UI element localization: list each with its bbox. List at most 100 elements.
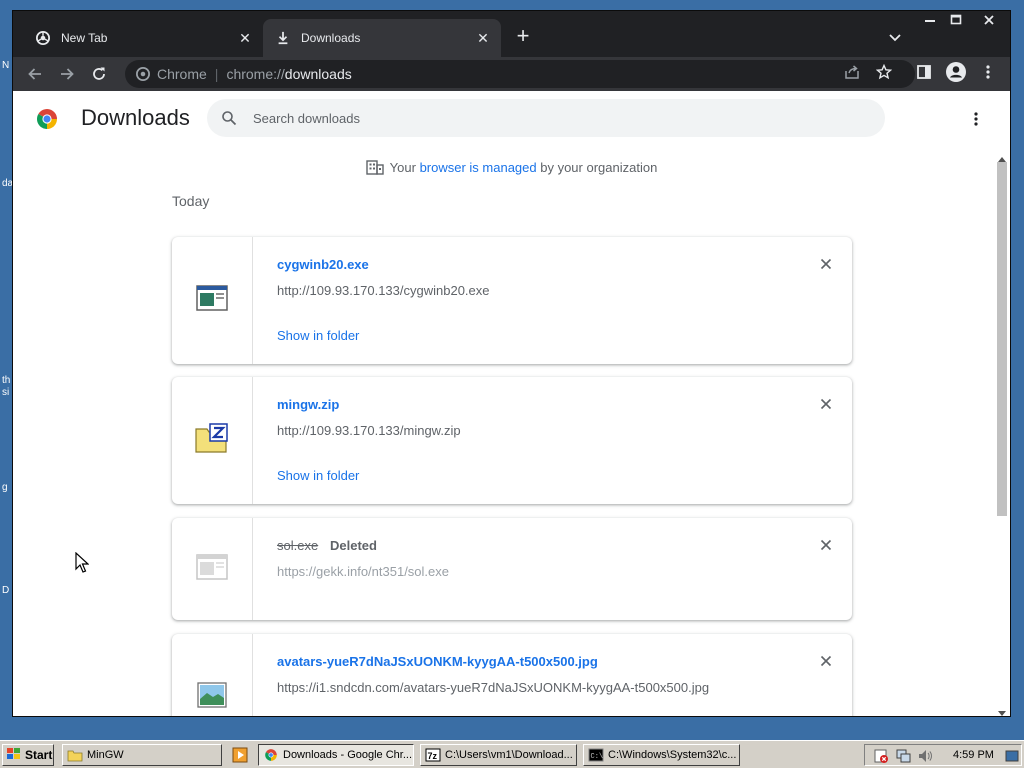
managed-notice: Your browser is managed by your organiza…: [13, 159, 1010, 178]
tab-downloads[interactable]: Downloads ✕: [263, 19, 501, 57]
url-scheme: chrome://: [226, 66, 285, 82]
mouse-pointer-icon: [75, 551, 90, 579]
download-item: mingw.zip http://109.93.170.133/mingw.zi…: [172, 377, 852, 504]
site-chip: Chrome: [157, 66, 207, 82]
file-url: https://gekk.info/nt351/sol.exe: [277, 564, 449, 579]
security-alert-icon[interactable]: [873, 748, 889, 764]
volume-icon[interactable]: [917, 748, 933, 764]
taskbar-item-label: Downloads - Google Chr...: [283, 749, 413, 761]
start-label: Start: [25, 748, 53, 762]
remove-download-icon[interactable]: [817, 255, 835, 273]
maximize-button[interactable]: [941, 11, 971, 29]
chrome-icon: [35, 30, 51, 46]
file-name-link[interactable]: mingw.zip: [277, 397, 339, 412]
close-tab-icon[interactable]: ✕: [237, 30, 253, 46]
show-desktop-icon[interactable]: [1005, 748, 1021, 764]
scrollbar-thumb[interactable]: [997, 162, 1007, 516]
7zip-icon: 7z: [425, 747, 441, 763]
taskbar-item-mingw[interactable]: MinGW: [62, 744, 222, 766]
remove-download-icon[interactable]: [817, 536, 835, 554]
managed-link[interactable]: browser is managed: [420, 160, 537, 175]
new-tab-button[interactable]: +: [511, 25, 535, 49]
taskbar-item-label: C:\Users\vm1\Download...: [445, 749, 573, 761]
tab-strip: New Tab ✕ Downloads ✕ +: [13, 11, 1010, 57]
toolbar: Chrome | chrome://downloads: [13, 57, 1010, 91]
search-input[interactable]: [251, 109, 815, 127]
file-name-link[interactable]: cygwinb20.exe: [277, 257, 369, 272]
command-prompt-icon: C:\: [588, 747, 604, 763]
chrome-logo-icon: [35, 107, 59, 131]
svg-text:7z: 7z: [428, 751, 438, 761]
status-label: Deleted: [330, 538, 377, 553]
show-in-folder-link[interactable]: Show in folder: [277, 468, 359, 483]
chrome-icon: [135, 66, 151, 82]
zip-file-icon: [195, 423, 229, 458]
bookmark-star-icon[interactable]: [872, 60, 896, 84]
chrome-icon: [263, 747, 279, 763]
more-actions-icon[interactable]: [966, 107, 986, 131]
tab-new-tab[interactable]: New Tab ✕: [23, 19, 263, 57]
show-in-folder-link[interactable]: Show in folder: [277, 328, 359, 343]
close-window-button[interactable]: [969, 11, 1009, 29]
file-name: sol.exe: [277, 538, 319, 553]
downloads-page: Downloads Your browser is managed by you…: [13, 91, 1010, 716]
exe-file-icon: [196, 284, 228, 317]
chrome-window: New Tab ✕ Downloads ✕ + Chrome | chrome:…: [12, 10, 1011, 717]
menu-kebab-icon[interactable]: [976, 60, 1000, 84]
downloads-header: Downloads: [13, 91, 1010, 147]
building-icon: [365, 159, 384, 178]
reload-button[interactable]: [87, 62, 111, 86]
taskbar-item-label: C:\Windows\System32\c...: [608, 749, 737, 761]
taskbar-item-label: MinGW: [87, 749, 124, 761]
file-url[interactable]: https://i1.sndcdn.com/avatars-yueR7dNaJS…: [277, 680, 709, 695]
file-icon-column: [172, 518, 253, 620]
file-icon-column: [172, 377, 253, 504]
network-icon[interactable]: [895, 748, 911, 764]
download-item: cygwinb20.exe http://109.93.170.133/cygw…: [172, 237, 852, 364]
taskbar-item-chrome[interactable]: Downloads - Google Chr...: [258, 744, 414, 766]
desktop-icon-label: N: [2, 60, 10, 71]
date-heading: Today: [172, 193, 210, 209]
file-icon-column: [172, 634, 253, 716]
divider: |: [214, 66, 219, 82]
media-player-icon[interactable]: [232, 747, 248, 763]
desktop-icon-label: D: [2, 585, 10, 596]
download-icon: [275, 30, 291, 46]
taskbar-item-7zip[interactable]: 7z C:\Users\vm1\Download...: [420, 744, 577, 766]
file-icon-column: [172, 237, 253, 364]
exe-file-icon: [196, 553, 228, 586]
scroll-down-arrow-icon[interactable]: [997, 705, 1007, 716]
svg-text:C:\: C:\: [591, 753, 604, 761]
managed-prefix: Your: [389, 159, 420, 175]
remove-download-icon[interactable]: [817, 395, 835, 413]
chevron-down-icon[interactable]: [885, 27, 905, 47]
file-url[interactable]: http://109.93.170.133/cygwinb20.exe: [277, 283, 490, 298]
start-button[interactable]: Start: [2, 744, 54, 766]
address-bar[interactable]: Chrome | chrome://downloads: [125, 60, 915, 88]
system-tray: 4:59 PM: [864, 744, 1022, 766]
profile-avatar-icon[interactable]: [944, 60, 968, 84]
close-tab-icon[interactable]: ✕: [475, 30, 491, 46]
search-icon: [219, 108, 239, 128]
side-panel-icon[interactable]: [912, 60, 936, 84]
taskbar: Start MinGW Downloads - Google Chr... 7z…: [0, 740, 1024, 768]
remove-download-icon[interactable]: [817, 652, 835, 670]
windows-logo-icon: [6, 747, 22, 764]
clock[interactable]: 4:59 PM: [953, 749, 994, 761]
search-box[interactable]: [207, 99, 885, 137]
file-url[interactable]: http://109.93.170.133/mingw.zip: [277, 423, 461, 438]
download-item: avatars-yueR7dNaJSxUONKM-kyygAA-t500x500…: [172, 634, 852, 716]
desktop-icon-label: th: [2, 375, 11, 386]
file-name-link[interactable]: avatars-yueR7dNaJSxUONKM-kyygAA-t500x500…: [277, 654, 598, 669]
back-button[interactable]: [23, 62, 47, 86]
managed-suffix: by your organization: [536, 159, 658, 175]
forward-button[interactable]: [55, 62, 79, 86]
taskbar-item-cmd[interactable]: C:\ C:\Windows\System32\c...: [583, 744, 740, 766]
url-host: downloads: [284, 66, 352, 82]
tab-title: Downloads: [301, 31, 361, 45]
desktop-icon-label: si: [2, 387, 10, 398]
folder-icon: [67, 747, 83, 763]
share-icon[interactable]: [840, 60, 864, 84]
desktop-icon-label: g: [2, 482, 8, 493]
tab-title: New Tab: [61, 31, 108, 45]
